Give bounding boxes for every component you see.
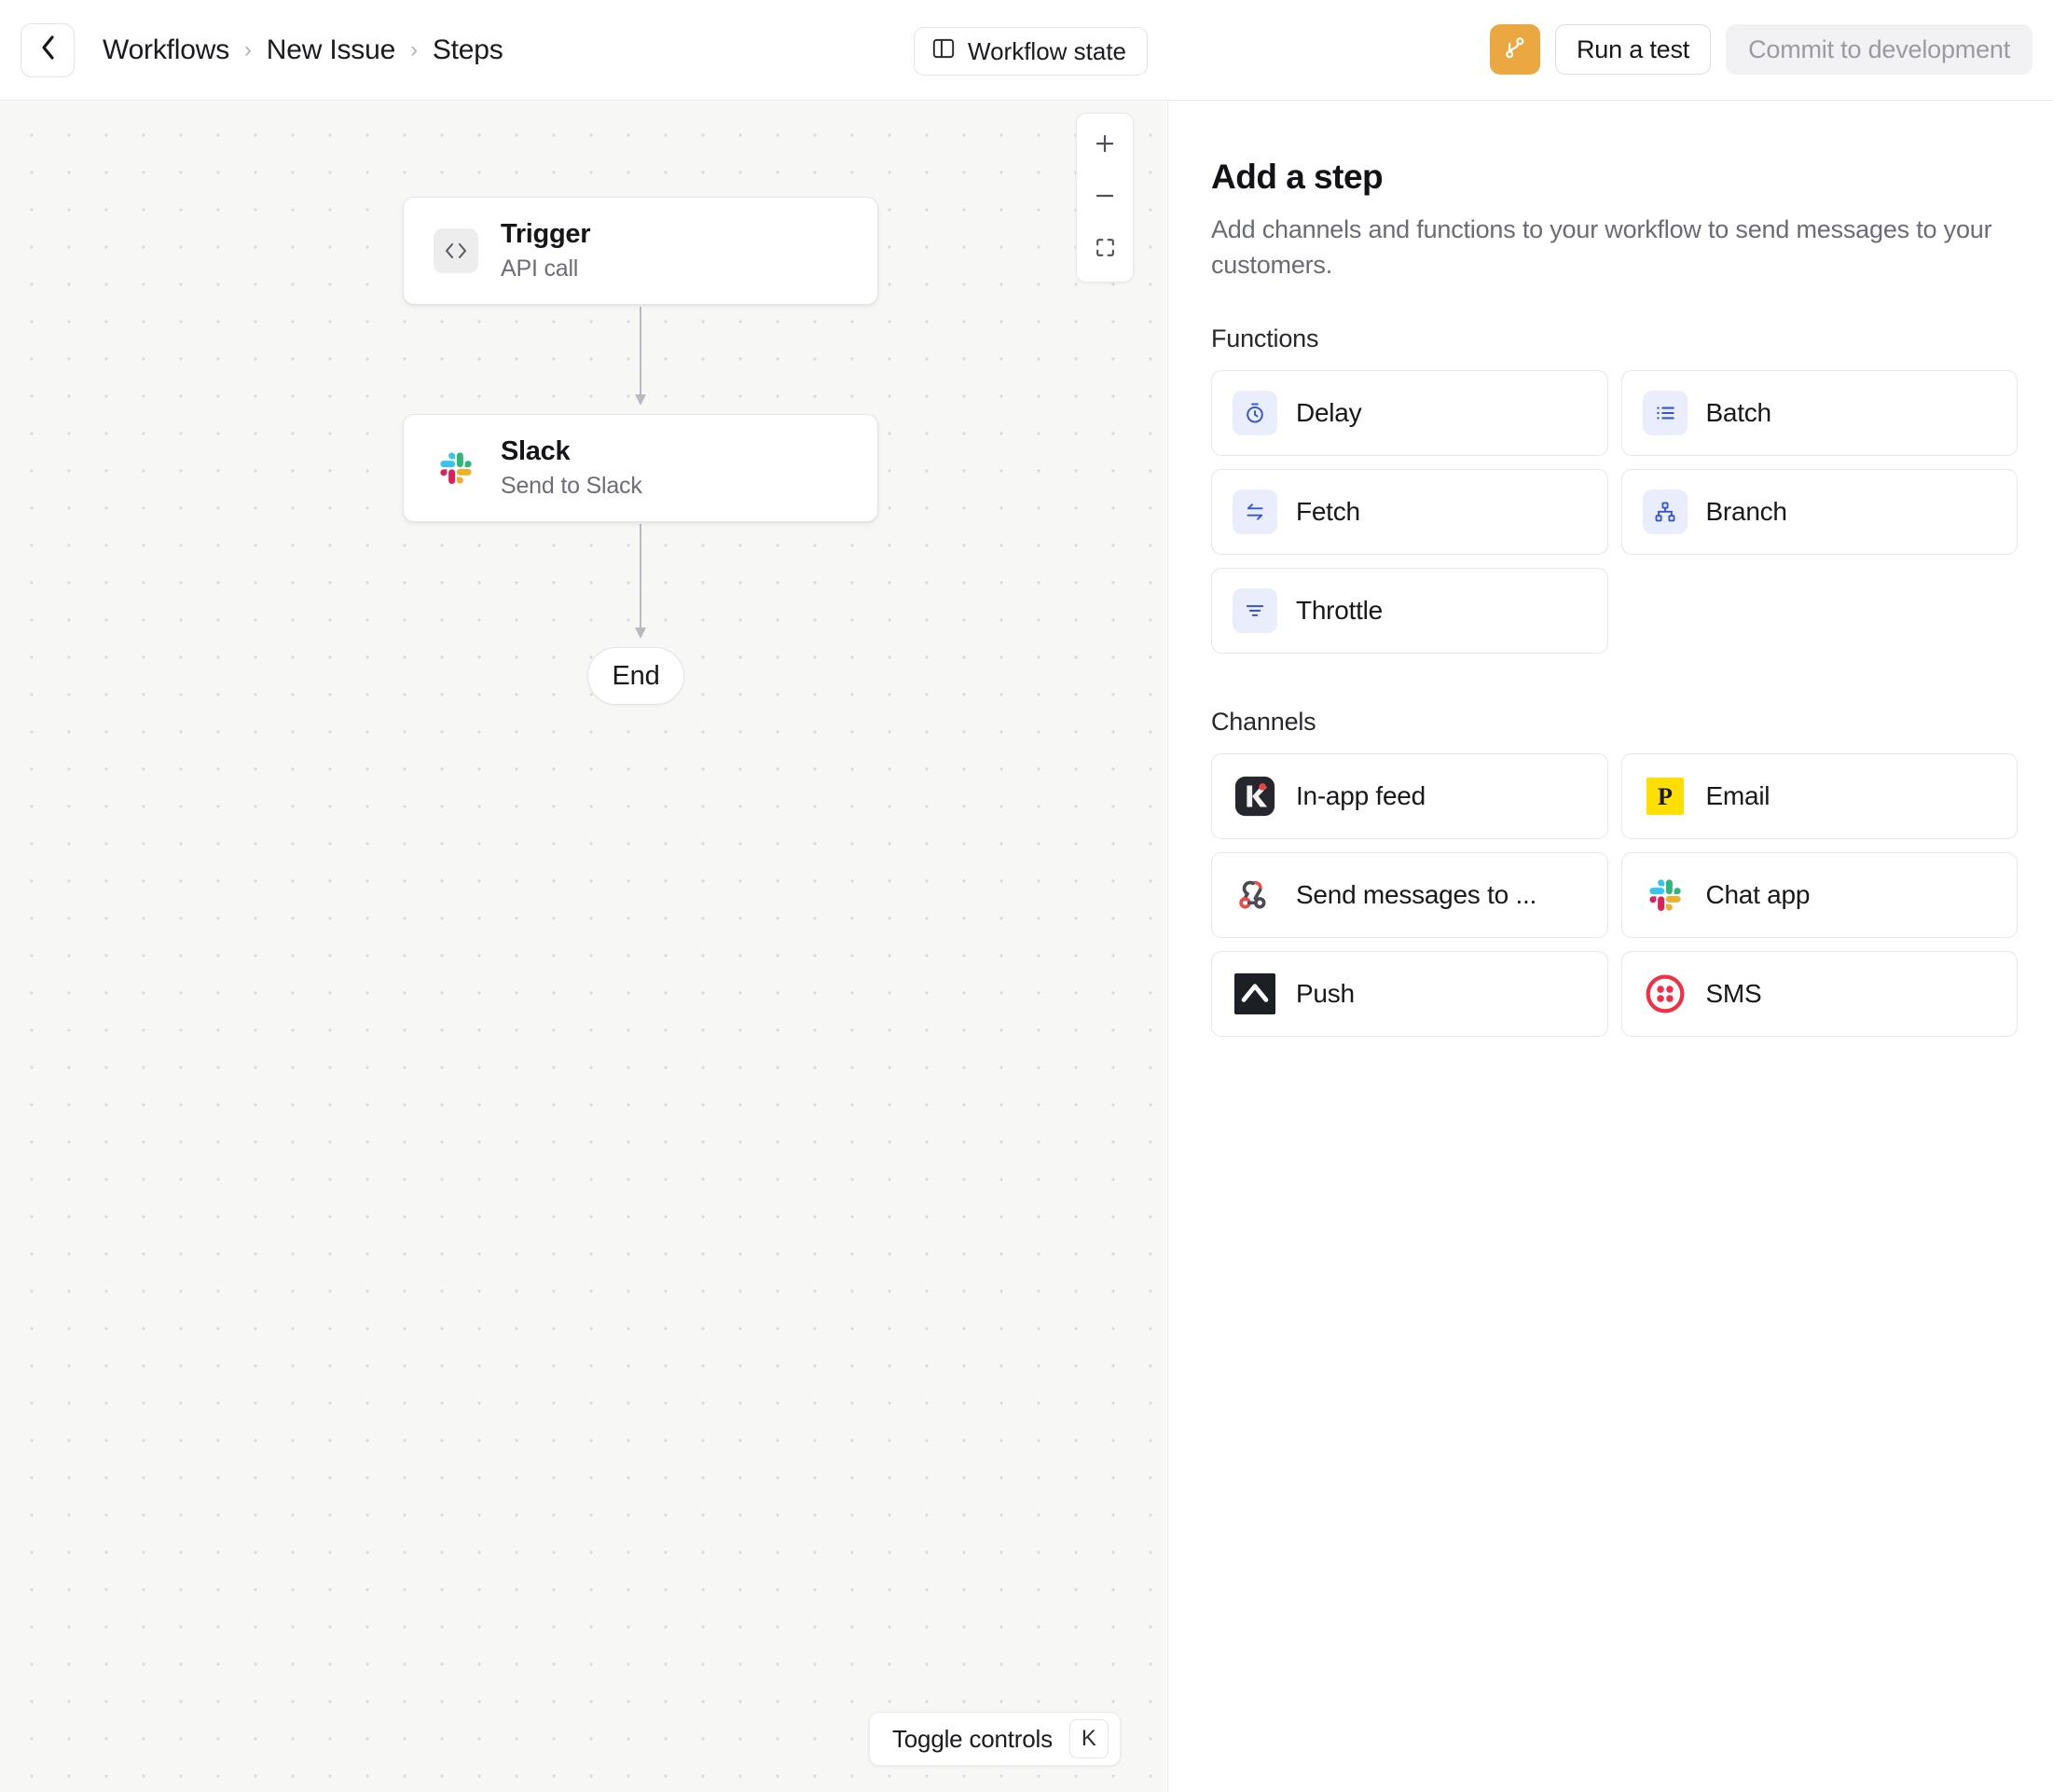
add-a-step-panel: Add a step Add channels and functions to… [1167, 102, 2053, 1792]
workflow-state-button[interactable]: Workflow state [914, 27, 1148, 76]
step-card-label: Email [1706, 781, 1771, 811]
slack-icon [434, 446, 478, 490]
panel-description: Add channels and functions to your workf… [1211, 212, 2018, 283]
breadcrumb-item-new-issue[interactable]: New Issue [267, 34, 395, 66]
step-card-send-messages-to[interactable]: Send messages to ... [1211, 852, 1608, 938]
sitemap-icon [1643, 489, 1688, 534]
node-title: Trigger [501, 219, 590, 250]
step-card-fetch[interactable]: Fetch [1211, 469, 1608, 555]
step-card-label: SMS [1706, 979, 1762, 1009]
step-card-email[interactable]: P Email [1621, 753, 2019, 839]
top-bar: Workflows › New Issue › Steps Workflow s… [0, 0, 2053, 101]
step-card-label: Send messages to ... [1296, 880, 1536, 910]
list-icon [1643, 391, 1688, 435]
functions-grid: Delay Batch Fe [1211, 370, 2018, 654]
breadcrumb-item-workflows[interactable]: Workflows [103, 34, 229, 66]
git-branch-button[interactable] [1490, 24, 1540, 75]
webhook-icon [1233, 873, 1277, 917]
fetch-arrows-icon [1233, 489, 1277, 534]
workflow-node-slack[interactable]: Slack Send to Slack [403, 414, 878, 522]
twilio-logo-icon [1643, 972, 1688, 1016]
step-card-label: Chat app [1706, 880, 1811, 910]
breadcrumb-separator: › [244, 37, 252, 63]
panel-layout-icon [931, 36, 956, 67]
workflow-node-end[interactable]: End [587, 647, 684, 705]
fit-view-button[interactable] [1076, 224, 1134, 276]
expo-logo-icon [1233, 972, 1277, 1016]
step-card-branch[interactable]: Branch [1621, 469, 2019, 555]
breadcrumb-item-steps[interactable]: Steps [433, 34, 503, 66]
git-branch-icon [1502, 34, 1528, 65]
toggle-controls-button[interactable]: Toggle controls K [869, 1712, 1121, 1766]
zoom-in-button[interactable] [1076, 119, 1134, 172]
functions-section-label: Functions [1211, 324, 2018, 353]
code-brackets-icon [434, 228, 478, 273]
canvas-zoom-controls [1076, 113, 1134, 283]
panel-title: Add a step [1211, 158, 2018, 197]
back-button[interactable] [21, 23, 75, 77]
run-a-test-button[interactable]: Run a test [1555, 24, 1711, 75]
step-card-label: Branch [1706, 497, 1787, 527]
fit-to-screen-icon [1094, 236, 1117, 264]
workflow-node-trigger[interactable]: Trigger API call [403, 197, 878, 305]
funnel-icon [1233, 588, 1277, 633]
step-card-delay[interactable]: Delay [1211, 370, 1608, 456]
knock-logo-icon [1233, 774, 1277, 819]
toggle-controls-shortcut: K [1069, 1719, 1109, 1758]
channels-section-label: Channels [1211, 708, 2018, 737]
step-card-sms[interactable]: SMS [1621, 951, 2019, 1037]
minus-icon [1093, 184, 1117, 213]
node-subtitle: API call [501, 255, 590, 283]
breadcrumb-separator: › [410, 37, 418, 63]
toggle-controls-label: Toggle controls [892, 1725, 1053, 1754]
channels-grid: In-app feed P Email [1211, 753, 2018, 1037]
step-card-throttle[interactable]: Throttle [1211, 568, 1608, 654]
workflow-state-label: Workflow state [968, 37, 1126, 66]
step-card-label: Batch [1706, 398, 1771, 428]
svg-text:P: P [1658, 783, 1673, 810]
step-card-label: Throttle [1296, 596, 1383, 626]
step-card-chat-app[interactable]: Chat app [1621, 852, 2019, 938]
step-card-in-app-feed[interactable]: In-app feed [1211, 753, 1608, 839]
step-card-label: In-app feed [1296, 781, 1426, 811]
step-card-push[interactable]: Push [1211, 951, 1608, 1037]
step-card-batch[interactable]: Batch [1621, 370, 2019, 456]
breadcrumb: Workflows › New Issue › Steps [103, 34, 503, 66]
stopwatch-icon [1233, 391, 1277, 435]
chevron-left-icon [37, 33, 58, 67]
step-card-label: Push [1296, 979, 1355, 1009]
step-card-label: Fetch [1296, 497, 1360, 527]
slack-icon [1643, 873, 1688, 917]
workflow-canvas[interactable]: Trigger API call Slack Send to Slack End [0, 102, 1166, 1792]
top-bar-actions: Run a test Commit to development [1490, 24, 2032, 75]
zoom-out-button[interactable] [1076, 172, 1134, 224]
postmark-logo-icon: P [1643, 774, 1688, 819]
node-subtitle: Send to Slack [501, 473, 642, 500]
step-card-label: Delay [1296, 398, 1361, 428]
commit-to-development-button[interactable]: Commit to development [1726, 24, 2032, 75]
node-title: Slack [501, 436, 642, 467]
plus-icon [1093, 131, 1117, 160]
